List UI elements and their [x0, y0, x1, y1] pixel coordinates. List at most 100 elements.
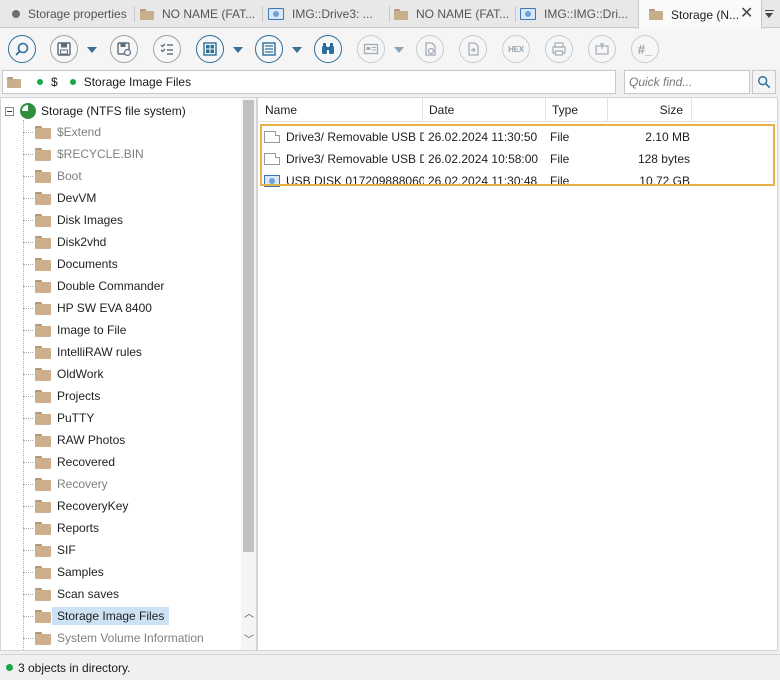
export-button[interactable] [459, 35, 487, 63]
tree-item[interactable]: Storage Image Files [23, 605, 239, 627]
find-icon [322, 43, 334, 54]
tree-connector [23, 285, 33, 287]
tree-connector [23, 571, 33, 573]
scroll-down-icon[interactable]: ﹀ [244, 636, 254, 646]
folder-icon [35, 235, 51, 249]
tree-item[interactable]: RAW Photos [23, 429, 239, 451]
file-row[interactable]: USB DISK 017209888060... 26.02.2024 11:30… [258, 170, 777, 192]
tab-img-drive3[interactable]: IMG::Drive3: ... [268, 0, 386, 28]
tab-storage-properties[interactable]: Storage properties [12, 0, 130, 28]
tab-bar: Storage properties NO NAME (FAT... IMG::… [0, 0, 780, 29]
tree-item[interactable]: $RECYCLE.BIN [23, 143, 239, 165]
tab-no-name-1[interactable]: NO NAME (FAT... [140, 0, 258, 28]
tree-item-label: Disk Images [57, 213, 124, 227]
find-button[interactable] [314, 35, 342, 63]
preview-dropdown-icon[interactable] [394, 47, 404, 53]
hash-label: #_ [637, 41, 653, 57]
tab-no-name-2[interactable]: NO NAME (FAT... [394, 0, 512, 28]
tree-item[interactable]: Projects [23, 385, 239, 407]
status-dot-icon [6, 664, 13, 671]
tree-item[interactable]: Recovery [23, 473, 239, 495]
tree-item-label: Disk2vhd [57, 235, 107, 249]
tree-item[interactable]: Image to File [23, 319, 239, 341]
print-button[interactable] [545, 35, 573, 63]
status-bar: 3 objects in directory. [0, 654, 780, 680]
tree-root[interactable]: Storage (NTFS file system) [5, 102, 186, 120]
folder-icon [35, 477, 51, 491]
dot-icon [12, 10, 20, 18]
search-icon [758, 76, 771, 89]
folder-icon [35, 279, 51, 293]
go-to-button[interactable] [588, 35, 616, 63]
column-size[interactable]: Size [608, 98, 692, 122]
folder-icon [35, 367, 51, 381]
tree-item[interactable]: HP SW EVA 8400 [23, 297, 239, 319]
quick-find-button[interactable] [752, 70, 776, 94]
save-dropdown-icon[interactable] [87, 47, 97, 53]
tab-label: IMG::Drive3: ... [292, 7, 373, 21]
tree-item[interactable]: Disk Images [23, 209, 239, 231]
tree-item-label: PuTTY [57, 411, 95, 425]
tree-scrollbar[interactable]: ︿ ﹀ [241, 98, 256, 650]
tree-connector [23, 637, 33, 639]
tree-scrollbar-thumb[interactable] [243, 100, 254, 552]
quick-find-input[interactable] [625, 71, 749, 93]
file-size: 128 bytes [637, 152, 690, 166]
file-row[interactable]: Drive3/ Removable USB D... 26.02.2024 11:… [258, 126, 777, 148]
tree-item[interactable]: Recovered [23, 451, 239, 473]
collapse-icon[interactable] [5, 106, 14, 116]
hex-button[interactable]: HEX [502, 35, 530, 63]
tree-item[interactable]: SIF [23, 539, 239, 561]
toolbar: HEX #_ [0, 29, 780, 69]
view-mode-dropdown-icon[interactable] [233, 47, 243, 53]
save-settings-icon [117, 42, 132, 57]
folder-icon [35, 543, 51, 557]
tab-img-img-drive[interactable]: IMG::IMG::Dri... [520, 0, 638, 28]
zoom-button[interactable] [8, 35, 36, 63]
view-mode-button[interactable] [196, 35, 224, 63]
tab-label: Storage properties [28, 7, 127, 21]
file-name: Drive3/ Removable USB D... [286, 152, 424, 166]
tree-item[interactable]: OldWork [23, 363, 239, 385]
tree-connector [23, 461, 33, 463]
quick-find-field[interactable] [624, 70, 750, 94]
tree-item-label: Scan saves [57, 587, 120, 601]
tree-item[interactable]: Disk2vhd [23, 231, 239, 253]
recover-button[interactable] [416, 35, 444, 63]
tree-item[interactable]: Documents [23, 253, 239, 275]
address-root[interactable]: $ [51, 75, 58, 89]
folder-icon [35, 455, 51, 469]
save-button[interactable] [50, 35, 78, 63]
tree-item-label: Projects [57, 389, 101, 403]
address-bar[interactable]: $ Storage Image Files [2, 70, 616, 94]
tab-list-menu-icon[interactable] [762, 0, 776, 28]
close-tab-icon[interactable]: ✕ [740, 6, 756, 22]
tree-item[interactable]: Double Commander [23, 275, 239, 297]
tree-item[interactable]: $Extend [23, 121, 239, 143]
list-view-button[interactable] [255, 35, 283, 63]
tree-item[interactable]: IntelliRAW rules [23, 341, 239, 363]
tree-item[interactable]: Samples [23, 561, 239, 583]
address-path[interactable]: Storage Image Files [84, 75, 191, 89]
file-mask-button[interactable] [153, 35, 181, 63]
folder-icon [35, 499, 51, 513]
scroll-up-icon[interactable]: ︿ [244, 610, 254, 620]
column-name[interactable]: Name [258, 98, 423, 122]
tree-item[interactable]: Reports [23, 517, 239, 539]
column-date[interactable]: Date [423, 98, 546, 122]
tree-item[interactable]: System Volume Information [23, 627, 239, 649]
save-settings-button[interactable] [110, 35, 138, 63]
column-type[interactable]: Type [546, 98, 608, 122]
tree-root-label: Storage (NTFS file system) [41, 104, 186, 118]
tree-item[interactable]: Scan saves [23, 583, 239, 605]
tree-item[interactable]: RecoveryKey [23, 495, 239, 517]
preview-button[interactable] [357, 35, 385, 63]
hash-button[interactable]: #_ [631, 35, 659, 63]
tree-item-label: RAW Photos [57, 433, 126, 447]
file-row[interactable]: Drive3/ Removable USB D... 26.02.2024 10:… [258, 148, 777, 170]
tree-item[interactable]: PuTTY [23, 407, 239, 429]
tree-item[interactable]: DevVM [23, 187, 239, 209]
list-view-dropdown-icon[interactable] [292, 47, 302, 53]
tree-item[interactable]: Boot [23, 165, 239, 187]
tree-item-label: $RECYCLE.BIN [57, 147, 144, 161]
